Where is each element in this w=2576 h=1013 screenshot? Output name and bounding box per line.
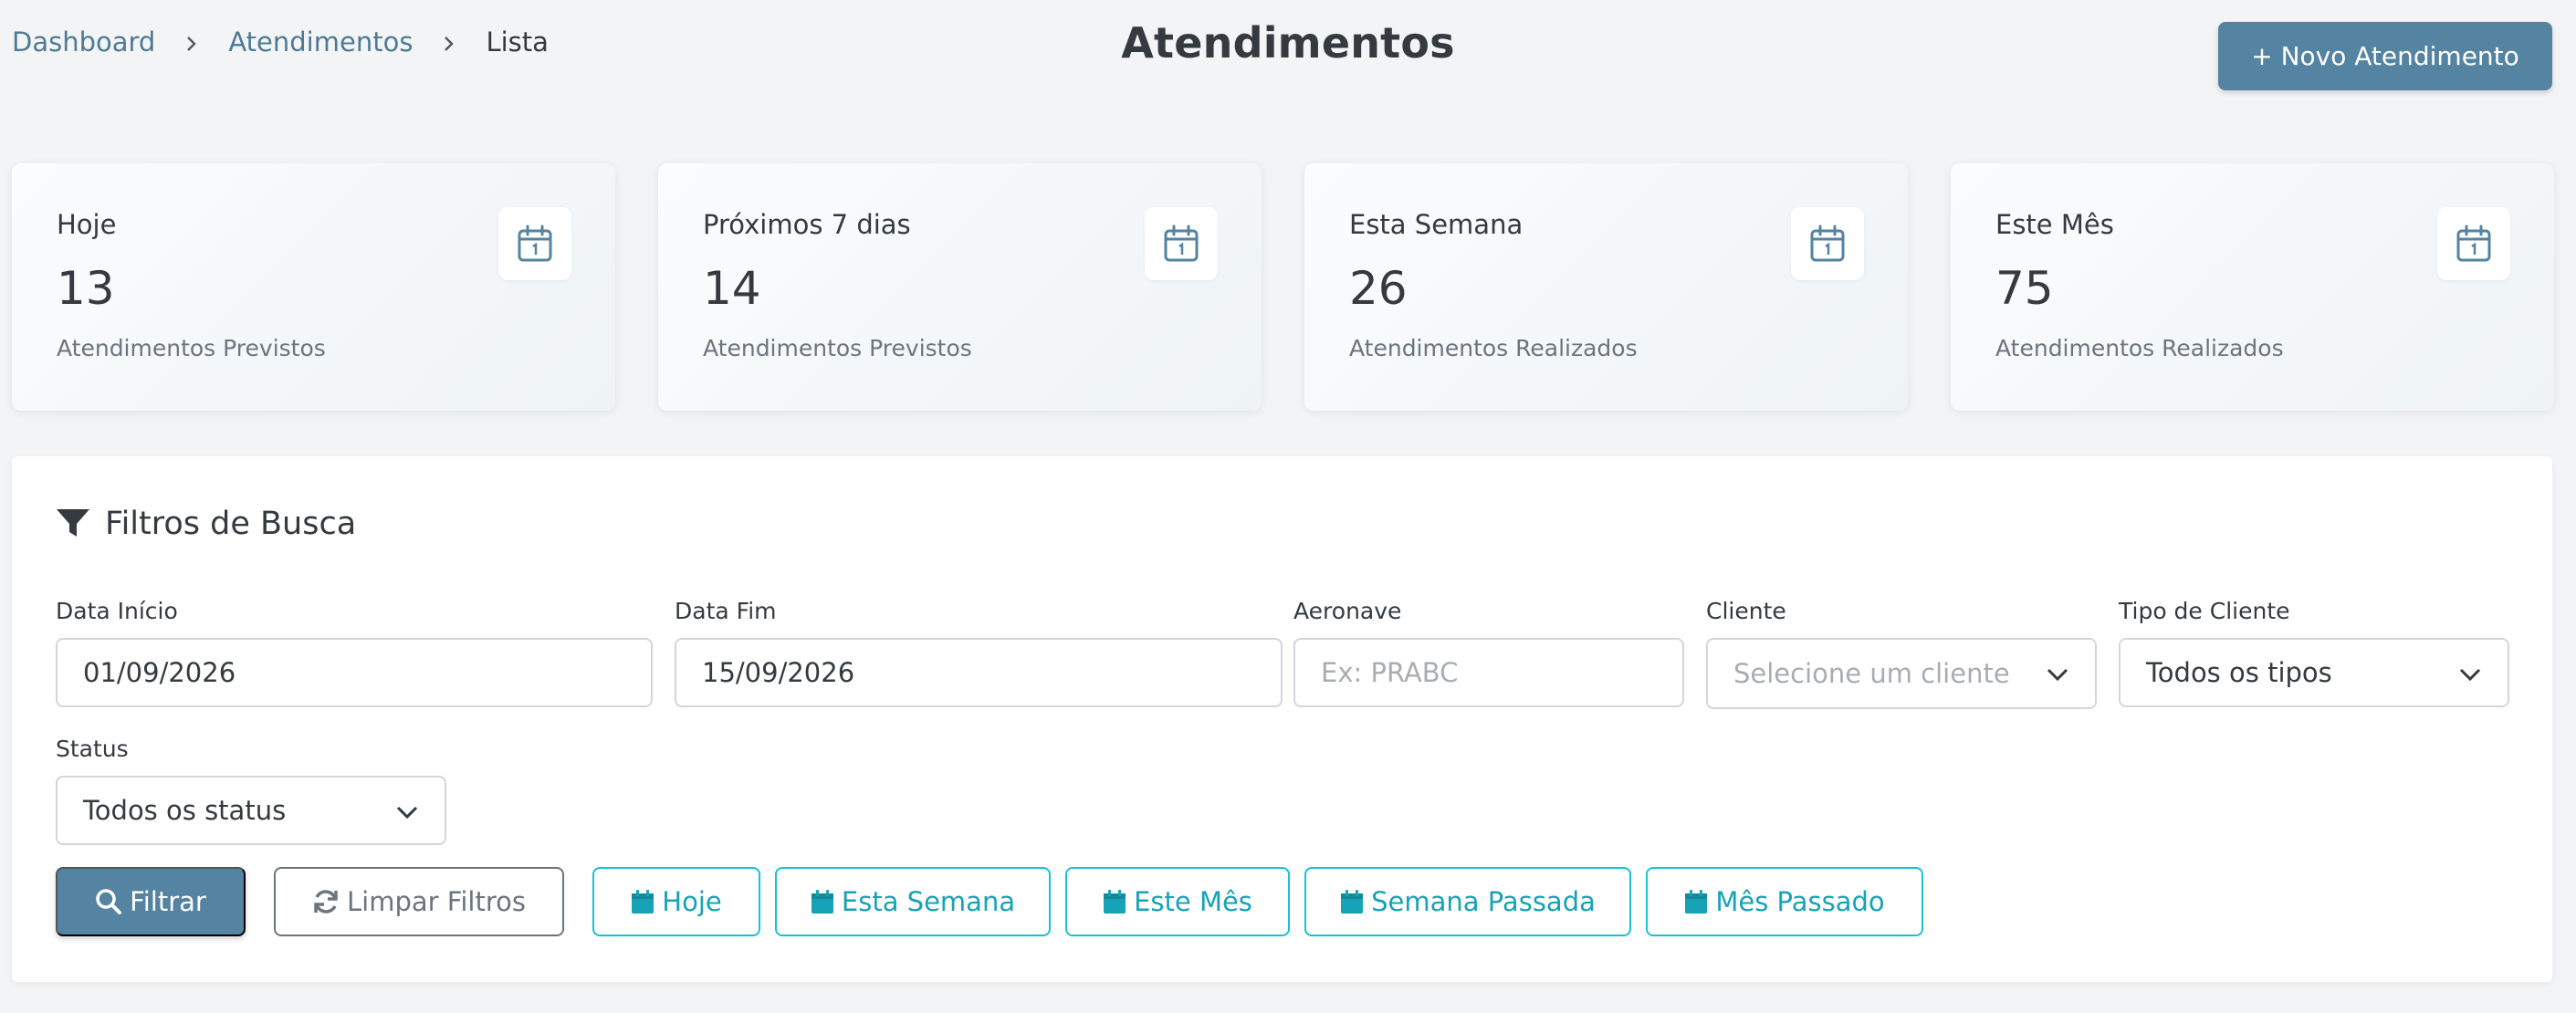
limpar-filtros-label: Limpar Filtros (347, 886, 526, 917)
este-mes-label: Este Mês (1134, 886, 1252, 917)
aeronave-label: Aeronave (1293, 598, 1402, 624)
calendar-icon (1145, 207, 1218, 280)
search-icon (96, 889, 122, 914)
filtrar-label: Filtrar (130, 886, 206, 917)
stat-card-este-mes: Este Mês 75 Atendimentos Realizados (1951, 163, 2554, 411)
stat-desc: Atendimentos Previstos (703, 335, 972, 361)
stat-desc: Atendimentos Previstos (57, 335, 326, 361)
data-fim-label: Data Fim (675, 598, 777, 624)
mes-passado-button[interactable]: Mês Passado (1646, 867, 1923, 936)
stat-value: 13 (57, 262, 115, 315)
calendar-icon (498, 207, 571, 280)
data-inicio-input[interactable]: 01/09/2026 (56, 638, 653, 707)
filter-panel: Filtros de Busca Data Início 01/09/2026 … (12, 456, 2552, 982)
chevron-down-icon (2459, 668, 2481, 682)
stat-card-proximos-7-dias: Próximos 7 dias 14 Atendimentos Previsto… (658, 163, 1262, 411)
semana-passada-label: Semana Passada (1371, 886, 1596, 917)
este-mes-button[interactable]: Este Mês (1065, 867, 1290, 936)
data-inicio-label: Data Início (56, 598, 178, 624)
calendar-icon (2437, 207, 2510, 280)
chevron-down-icon (396, 806, 418, 820)
calendar-icon (1104, 890, 1126, 914)
calendar-icon (811, 890, 833, 914)
semana-passada-button[interactable]: Semana Passada (1304, 867, 1631, 936)
limpar-filtros-button[interactable]: Limpar Filtros (274, 867, 564, 936)
tipo-cliente-label: Tipo de Cliente (2119, 598, 2290, 624)
stat-label: Próximos 7 dias (703, 209, 911, 240)
tipo-cliente-select[interactable]: Todos os tipos (2119, 638, 2509, 707)
data-inicio-value: 01/09/2026 (83, 657, 236, 688)
filter-title: Filtros de Busca (56, 506, 356, 542)
refresh-icon (314, 890, 338, 914)
cliente-value: Selecione um cliente (1733, 658, 2010, 689)
stat-card-hoje: Hoje 13 Atendimentos Previstos (12, 163, 615, 411)
status-label: Status (56, 736, 129, 762)
esta-semana-label: Esta Semana (841, 886, 1016, 917)
stat-value: 75 (1995, 262, 2054, 315)
hoje-button[interactable]: Hoje (592, 867, 760, 936)
status-select[interactable]: Todos os status (56, 776, 446, 845)
chevron-down-icon (2047, 668, 2068, 682)
aeronave-placeholder: Ex: PRABC (1321, 657, 1459, 688)
stat-label: Este Mês (1995, 209, 2114, 240)
calendar-icon (632, 890, 654, 914)
mes-passado-label: Mês Passado (1715, 886, 1885, 917)
filtrar-button[interactable]: Filtrar (56, 867, 246, 936)
stat-value: 26 (1349, 262, 1408, 315)
esta-semana-button[interactable]: Esta Semana (775, 867, 1051, 936)
hoje-label: Hoje (662, 886, 722, 917)
aeronave-input[interactable]: Ex: PRABC (1293, 638, 1684, 707)
page-title: Atendimentos (1121, 18, 1455, 68)
stat-label: Esta Semana (1349, 209, 1524, 240)
calendar-icon (1685, 890, 1708, 914)
stat-value: 14 (703, 262, 761, 315)
cliente-select[interactable]: Selecione um cliente (1706, 638, 2097, 709)
stat-card-esta-semana: Esta Semana 26 Atendimentos Realizados (1304, 163, 1908, 411)
filter-icon (57, 509, 89, 537)
stat-desc: Atendimentos Realizados (1349, 335, 1638, 361)
stat-desc: Atendimentos Realizados (1995, 335, 2284, 361)
status-value: Todos os status (83, 795, 287, 826)
cliente-label: Cliente (1706, 598, 1786, 624)
tipo-cliente-value: Todos os tipos (2146, 657, 2332, 688)
data-fim-value: 15/09/2026 (702, 657, 855, 688)
stat-label: Hoje (57, 209, 117, 240)
data-fim-input[interactable]: 15/09/2026 (675, 638, 1283, 707)
new-atendimento-button[interactable]: + Novo Atendimento (2218, 22, 2552, 90)
calendar-icon (1791, 207, 1864, 280)
calendar-icon (1341, 890, 1364, 914)
filter-title-text: Filtros de Busca (105, 506, 357, 542)
